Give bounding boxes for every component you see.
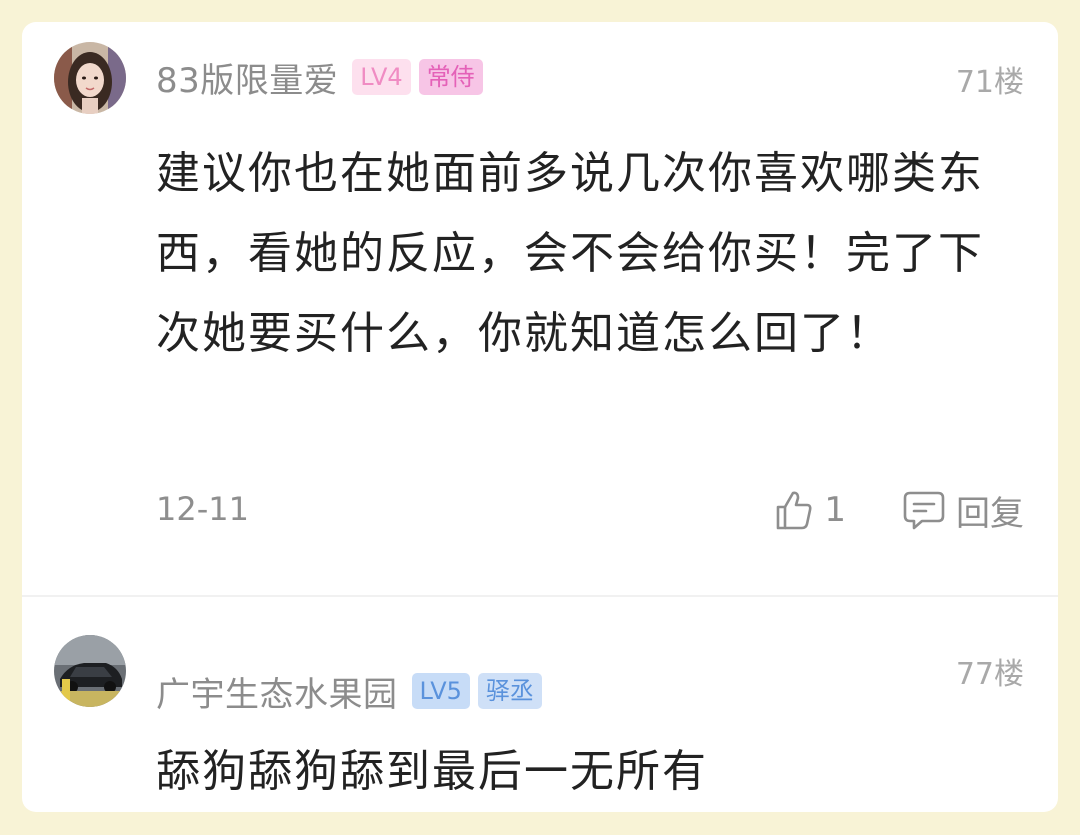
floor-number: 77楼 — [955, 657, 1024, 692]
floor-number: 71楼 — [955, 65, 1024, 100]
comment-text: 建议你也在她面前多说几次你喜欢哪类东西，看她的反应，会不会给你买！完了下次她要买… — [156, 148, 984, 359]
thumbs-up-icon — [777, 491, 812, 530]
comment-text: 舔狗舔狗舔到最后一无所有 — [156, 746, 708, 797]
comment-card: 83版限量爱 LV4 常侍 71楼 建议你也在她面前多说几次你喜欢哪类东西，看她… — [22, 22, 1058, 812]
username[interactable]: 83版限量爱 — [156, 53, 338, 102]
avatar[interactable] — [54, 635, 126, 707]
comment-item: 83版限量爱 LV4 常侍 71楼 建议你也在她面前多说几次你喜欢哪类东西，看她… — [22, 22, 1058, 597]
comment-header: 83版限量爱 LV4 常侍 — [156, 53, 483, 102]
title-badge: 驿丞 — [477, 673, 542, 709]
comment-header: 广宇生态水果园 LV5 驿丞 — [156, 667, 542, 716]
username[interactable]: 广宇生态水果园 — [156, 667, 398, 716]
avatar[interactable] — [54, 42, 126, 114]
title-badge: 常侍 — [418, 59, 483, 95]
avatar-woman-icon — [54, 42, 126, 114]
level-badge: LV5 — [411, 673, 470, 709]
avatar-car-icon — [54, 635, 126, 707]
comment-date: 12-11 — [156, 490, 249, 528]
level-badge: LV4 — [352, 59, 411, 95]
comment-actions: 1 回复 — [774, 486, 1024, 535]
comment-bubble-icon — [903, 491, 945, 530]
like-count: 1 — [824, 490, 846, 530]
reply-label: 回复 — [956, 493, 1024, 534]
like-button[interactable]: 1 — [774, 489, 846, 531]
reply-button[interactable]: 回复 — [902, 486, 1024, 535]
